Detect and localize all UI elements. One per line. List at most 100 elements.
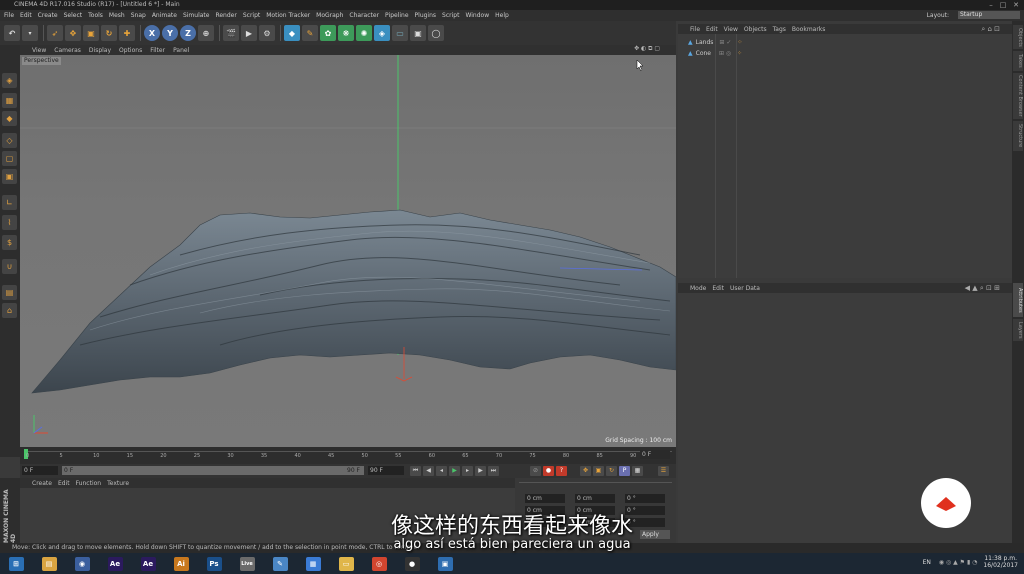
object-row-cone[interactable]: ▲ Cone ⊞ ◎ ⁘ <box>688 49 742 58</box>
attribute-nav-icons[interactable]: ◀ ▲ ⌕ ⊡ ⊞ <box>965 284 1000 293</box>
viewport-menu-filter[interactable]: Filter <box>150 47 165 54</box>
material-menu-create[interactable]: Create <box>32 480 52 487</box>
menu-snap[interactable]: Snap <box>131 12 146 19</box>
tray-icons[interactable]: ◉ ◎ ▲ ⚑ ▮ ◔ <box>939 559 978 566</box>
phong-tag-icon[interactable]: ⁘ <box>737 50 742 57</box>
viewport-perspective-label[interactable]: Perspective <box>22 57 61 65</box>
perspective-viewport[interactable]: Perspective Grid Spacing : 100 cm <box>20 55 676 447</box>
undo-icon[interactable]: ↶ <box>4 25 20 41</box>
light-icon[interactable]: ◯ <box>428 25 444 41</box>
polygons-mode-icon[interactable]: ▣ <box>2 169 17 184</box>
viewport-menu-cameras[interactable]: Cameras <box>54 47 81 54</box>
menu-select[interactable]: Select <box>64 12 83 19</box>
play-icon[interactable]: ▶ <box>449 466 460 476</box>
menu-create[interactable]: Create <box>38 12 58 19</box>
object-name-landscape[interactable]: Lands <box>696 39 714 46</box>
attribute-menu-mode[interactable]: Mode <box>690 285 706 292</box>
texture-mode-icon[interactable]: ◆ <box>2 111 17 126</box>
cube-object-icon[interactable]: ◆ <box>284 25 300 41</box>
coordinate-system-icon[interactable]: ⊕ <box>198 25 214 41</box>
viewport-menu-display[interactable]: Display <box>89 47 111 54</box>
position-key-icon[interactable]: ✥ <box>580 466 591 476</box>
cloner-icon[interactable]: ❋ <box>338 25 354 41</box>
menu-render[interactable]: Render <box>215 12 236 19</box>
attribute-menu-user-data[interactable]: User Data <box>730 285 760 292</box>
language-indicator[interactable]: EN <box>923 559 931 566</box>
taskbar-paint[interactable]: ✎ <box>266 554 294 573</box>
render-settings-icon[interactable]: ⚙ <box>259 25 275 41</box>
taskbar-notes[interactable]: ▦ <box>299 554 327 573</box>
menu-animate[interactable]: Animate <box>152 12 177 19</box>
floor-icon[interactable]: ▭ <box>392 25 408 41</box>
material-menu-function[interactable]: Function <box>76 480 102 487</box>
viewport-menu-panel[interactable]: Panel <box>173 47 189 54</box>
workplane-icon[interactable]: ▤ <box>2 285 17 300</box>
scale-tool-icon[interactable]: ▣ <box>83 25 99 41</box>
viewport-navigation-icons[interactable]: ✥ ◐ ⧉ ▢ <box>634 45 660 53</box>
object-menu-file[interactable]: File <box>690 26 700 33</box>
snap-icon[interactable]: $ <box>2 235 17 250</box>
object-search-icon[interactable]: ⌕ ⌂ ⊡ <box>981 25 1000 34</box>
position-x-field[interactable]: 0 cm <box>525 494 565 503</box>
model-mode-icon[interactable]: ▦ <box>2 93 17 108</box>
move-tool-icon[interactable]: ✥ <box>65 25 81 41</box>
live-selection-icon[interactable]: ➶ <box>47 25 63 41</box>
menu-window[interactable]: Window <box>465 12 489 19</box>
y-axis-lock-button[interactable]: Y <box>162 25 178 41</box>
axis-mode-icon[interactable]: ∟ <box>2 195 17 210</box>
taskbar-live[interactable]: Live <box>233 554 261 573</box>
taskbar-illustrator[interactable]: Ai <box>167 554 195 573</box>
x-axis-lock-button[interactable]: X <box>144 25 160 41</box>
go-to-end-icon[interactable]: ⏭ <box>488 466 499 476</box>
taskbar-media[interactable]: ▣ <box>431 554 459 573</box>
rotation-key-icon[interactable]: ↻ <box>606 466 617 476</box>
object-menu-objects[interactable]: Objects <box>744 26 767 33</box>
tab-layers[interactable]: Layers <box>1013 319 1023 341</box>
tab-attributes[interactable]: Attributes <box>1013 283 1023 317</box>
visibility-dots-icon[interactable]: ⊞ ◎ <box>719 50 731 57</box>
taskbar-after-effects-2[interactable]: Ae <box>134 554 162 573</box>
menu-pipeline[interactable]: Pipeline <box>385 12 408 19</box>
object-row-landscape[interactable]: ▲ Lands ⊞ ✓ ⁘ <box>688 38 742 47</box>
locked-workplane-icon[interactable]: ⌂ <box>2 303 17 318</box>
close-button[interactable]: ✕ <box>1011 1 1021 9</box>
tab-content-browser[interactable]: Content Browser <box>1013 73 1023 119</box>
viewport-menu-options[interactable]: Options <box>119 47 142 54</box>
scale-x-field[interactable]: 0 cm <box>575 494 615 503</box>
timeline-ruler[interactable]: 0 5 10 15 20 25 30 35 40 45 50 55 60 65 70 75 80 85 90 0 F <box>20 447 676 464</box>
frame-range-slider[interactable]: 0 F 90 F <box>62 466 364 475</box>
scene-object-icon[interactable]: ◈ <box>374 25 390 41</box>
menu-edit[interactable]: Edit <box>20 12 32 19</box>
camera-icon[interactable]: ▣ <box>410 25 426 41</box>
taskbar-cinema4d[interactable]: ◉ <box>68 554 96 573</box>
subdivision-icon[interactable]: ✿ <box>320 25 336 41</box>
material-menu-edit[interactable]: Edit <box>58 480 70 487</box>
taskbar-folder[interactable]: ▭ <box>332 554 360 573</box>
taskbar-chrome[interactable]: ◎ <box>365 554 393 573</box>
taskbar-explorer[interactable]: ▤ <box>35 554 63 573</box>
system-clock[interactable]: 11:38 p.m. 16/02/2017 <box>983 555 1018 569</box>
minimize-button[interactable]: – <box>986 1 996 9</box>
taskbar-photoshop[interactable]: Ps <box>200 554 228 573</box>
record-active-icon[interactable]: ⊘ <box>530 466 541 476</box>
magnet-icon[interactable]: ∪ <box>2 259 17 274</box>
maximize-button[interactable]: □ <box>998 1 1008 9</box>
tweak-mode-icon[interactable]: ⌇ <box>2 215 17 230</box>
object-menu-tags[interactable]: Tags <box>773 26 786 33</box>
object-manager-list[interactable]: ▲ Lands ⊞ ✓ ⁘ ▲ Cone ⊞ ◎ ⁘ <box>678 34 1012 278</box>
object-menu-bookmarks[interactable]: Bookmarks <box>792 26 826 33</box>
tab-structure[interactable]: Structure <box>1013 121 1023 151</box>
parameter-key-icon[interactable]: P <box>619 466 630 476</box>
pen-spline-icon[interactable]: ✎ <box>302 25 318 41</box>
previous-frame-icon[interactable]: ◂ <box>436 466 447 476</box>
taskbar-after-effects[interactable]: Ae <box>101 554 129 573</box>
rotate-tool-icon[interactable]: ↻ <box>101 25 117 41</box>
add-object-icon[interactable]: ✚ <box>119 25 135 41</box>
rotation-h-field[interactable]: 0 ° <box>625 494 665 503</box>
menu-mesh[interactable]: Mesh <box>109 12 125 19</box>
object-name-cone[interactable]: Cone <box>696 50 711 57</box>
menu-plugins[interactable]: Plugins <box>415 12 437 19</box>
visibility-dots-icon[interactable]: ⊞ ✓ <box>719 39 731 46</box>
material-menu-texture[interactable]: Texture <box>107 480 129 487</box>
menu-script-2[interactable]: Script <box>442 12 459 19</box>
